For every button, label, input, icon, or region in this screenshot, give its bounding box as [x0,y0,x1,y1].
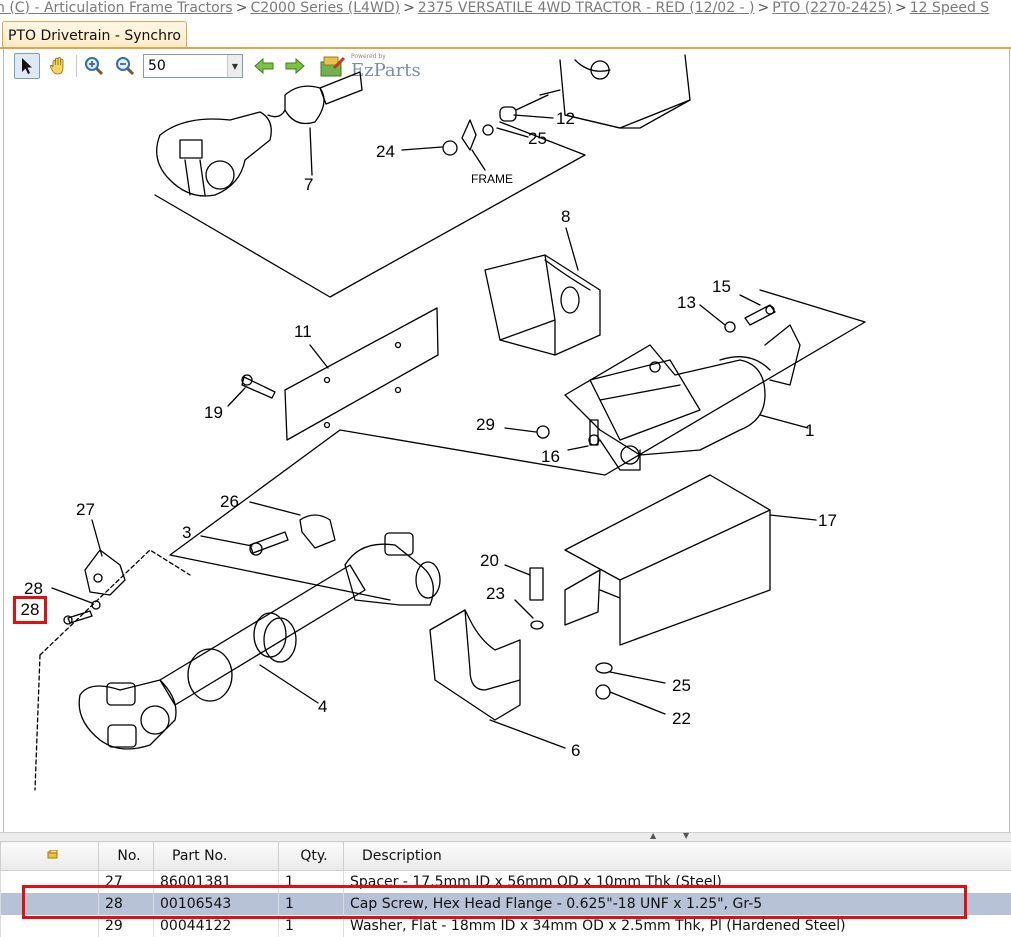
callout-22[interactable]: 23 [486,584,505,603]
callout-19[interactable]: 19 [204,403,223,422]
part-29-washer[interactable] [537,426,549,438]
part-1-gearbox[interactable] [565,325,800,470]
part-8-shield[interactable] [565,475,770,645]
part-21-nut[interactable] [443,141,457,155]
parts-list-table: No. Part No. Qty. Description 27 8600138… [0,841,1011,937]
row-description: Washer, Flat - 18mm ID x 34mm OD x 2.5mm… [344,915,1011,937]
column-header-cart[interactable] [1,842,99,871]
callout-6[interactable]: 8 [561,207,570,226]
callout-28[interactable]: 28 [15,598,45,622]
callout-7[interactable]: 6 [571,741,580,760]
column-header-qty[interactable]: Qty. [279,842,344,871]
row-no: 27 [99,871,154,894]
part-26-bracket[interactable] [85,550,125,595]
row-qty: 1 [279,871,344,894]
diagram-callouts: 7 12 24 25 8 11 19 15 13 29 16 1 26 3 27… [24,109,837,760]
row-qty: 1 [279,893,344,915]
callout-20[interactable]: 22 [672,709,691,728]
callout-8[interactable]: 17 [818,511,837,530]
collapse-up-icon[interactable]: ▲ [650,831,656,840]
column-header-part-no[interactable]: Part No. [154,842,279,871]
callout-4[interactable]: 4 [318,697,327,716]
callout-29[interactable]: 29 [476,415,495,434]
callout-26[interactable]: 27 [76,500,95,519]
callout-16[interactable]: 16 [541,447,560,466]
row-cart-cell[interactable] [1,915,99,937]
part-20-nut[interactable] [596,685,610,699]
column-header-no[interactable]: No. [99,842,154,871]
callout-15[interactable]: 15 [712,277,731,296]
parts-table-header: No. Part No. Qty. Description [1,842,1011,871]
table-row-selected[interactable]: 28 00106543 1 Cap Screw, Hex Head Flange… [1,893,1011,915]
part-25-clamp[interactable] [300,515,335,548]
cart-icon [47,850,59,860]
row-part-no: 86001381 [154,871,279,894]
callout-1[interactable]: 1 [805,421,814,440]
callout-5[interactable]: 7 [304,175,313,194]
callout-23[interactable]: 25 [528,129,547,148]
callout-11[interactable]: 11 [294,322,312,341]
part-22-washer[interactable] [531,621,543,629]
part-19-bolt[interactable] [242,375,275,398]
collapse-down-icon[interactable]: ▼ [683,831,689,840]
callout-3[interactable]: 3 [182,523,191,542]
row-cart-cell[interactable] [1,871,99,894]
row-description: Spacer - 17.5mm ID x 56mm OD x 10mm Thk … [344,871,1011,894]
row-qty: 1 [279,915,344,937]
part-23-washer[interactable] [483,125,493,135]
part-13-washer[interactable] [725,322,735,332]
row-part-no: 00106543 [154,893,279,915]
part-15-bolt[interactable] [745,305,775,325]
part-17-bolt[interactable] [530,568,543,600]
row-part-no: 00044122 [154,915,279,937]
callout-25[interactable]: 26 [220,492,239,511]
callout-17[interactable]: 20 [480,551,499,570]
part-5-shaft[interactable] [157,72,362,196]
callout-24[interactable]: 25 [672,676,691,695]
exploded-parts-diagram: 7 12 24 25 8 11 19 15 13 29 16 1 26 3 27… [0,0,1011,830]
part-6-cover[interactable] [485,255,600,355]
frame-label: FRAME [471,172,513,186]
row-description: Cap Screw, Hex Head Flange - 0.625"-18 U… [344,893,1011,915]
callout-12[interactable]: 12 [556,109,575,128]
column-header-description[interactable]: Description [344,842,1011,871]
table-row[interactable]: 27 86001381 1 Spacer - 17.5mm ID x 56mm … [1,871,1011,894]
row-no: 28 [99,893,154,915]
part-28-cap-screw[interactable] [64,611,92,624]
table-row[interactable]: 29 00044122 1 Washer, Flat - 18mm ID x 3… [1,915,1011,937]
callout-13[interactable]: 13 [677,293,696,312]
callout-21[interactable]: 24 [376,142,395,161]
part-7-guard[interactable] [430,610,520,720]
row-no: 29 [99,915,154,937]
part-3-bolt[interactable] [250,532,288,555]
row-cart-cell[interactable] [1,893,99,915]
